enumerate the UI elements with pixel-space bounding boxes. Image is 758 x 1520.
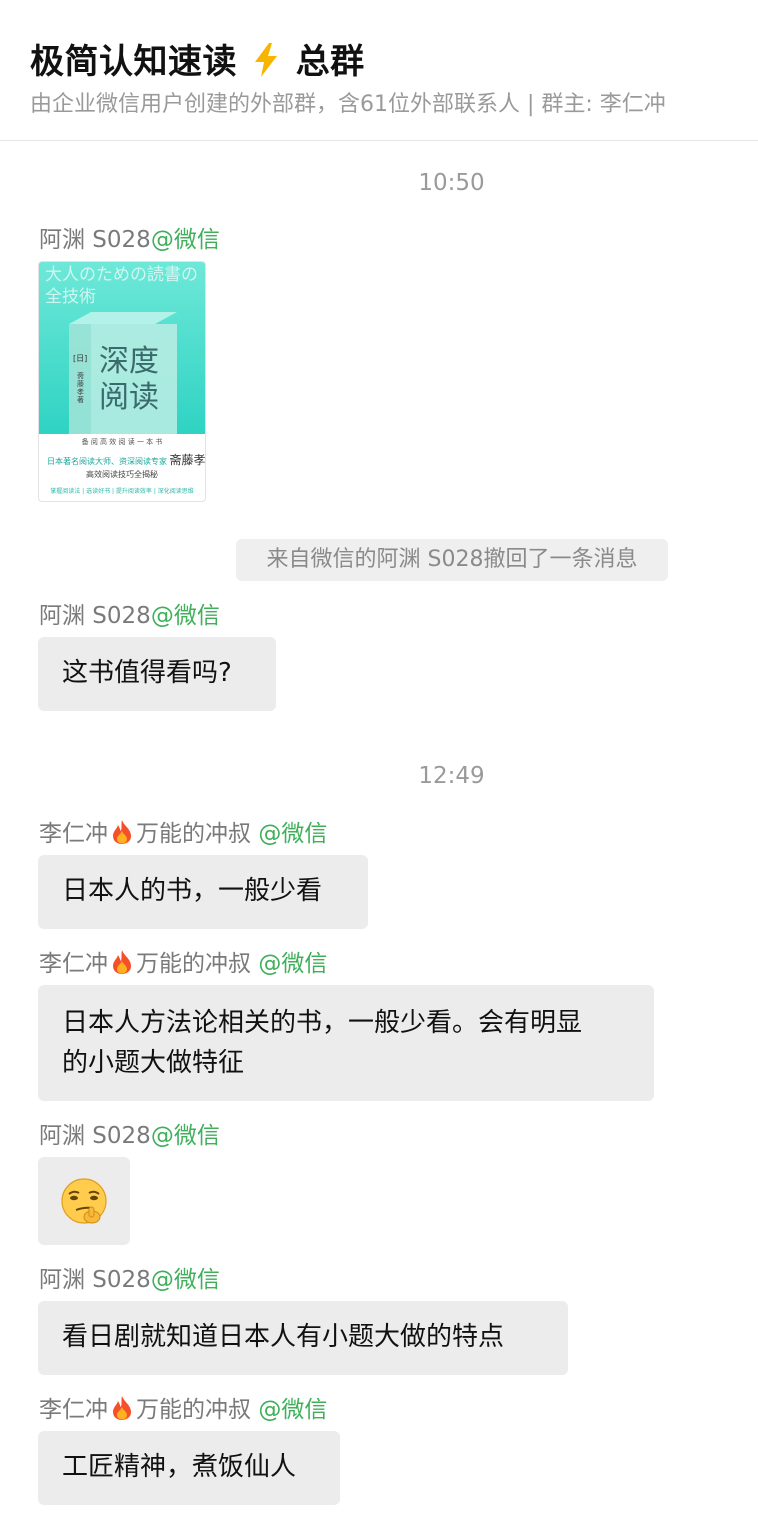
wechat-tag: @微信 (258, 1397, 328, 1423)
sender-name-text: 李仁冲 (39, 821, 108, 847)
sender-name-text: 李仁冲 (39, 951, 108, 977)
sender-name-text: 阿渊 S028 (39, 1267, 151, 1293)
sender-name[interactable]: 李仁冲 万能的冲叔 @微信 (39, 1390, 327, 1424)
group-title-text: 极简认知速读 (30, 42, 237, 82)
wechat-tag: @微信 (150, 1267, 220, 1293)
book-title-line1: 深度 (99, 344, 159, 379)
book-footer: 掌握阅读法 | 选读好书 | 提升阅读效率 | 深化阅读思维 (50, 488, 194, 495)
book-promo: 日本著名阅读大师、资深阅读专家 斋藤孝 (47, 451, 205, 468)
book-author-vertical: 斋藤孝 著 (77, 372, 84, 404)
sender-name[interactable]: 阿渊 S028@微信 (39, 596, 220, 630)
message-text: 日本人的书，一般少看 (62, 876, 323, 906)
sender-nickname: 万能的冲叔 (136, 1397, 251, 1423)
fire-icon (113, 820, 131, 844)
wechat-tag: @微信 (150, 227, 220, 253)
sender-name-text: 阿渊 S028 (39, 603, 151, 629)
wechat-tag: @微信 (150, 603, 220, 629)
sender-name-text: 李仁冲 (39, 1397, 108, 1423)
message-text: 看日剧就知道日本人有小题大做的特点 (62, 1322, 505, 1352)
group-subtitle: 由企业微信用户创建的外部群，含61位外部联系人 | 群主: 李仁冲 (30, 92, 666, 117)
message-bubble[interactable]: 日本人方法论相关的书，一般少看。会有明显 的小题大做特征 (38, 985, 654, 1101)
book-author-name: 斋藤孝 (169, 453, 206, 467)
sender-name[interactable]: 阿渊 S028@微信 (39, 220, 220, 254)
wechat-tag: @微信 (258, 821, 328, 847)
emoji-message-bubble[interactable] (38, 1157, 130, 1245)
message-bubble[interactable]: 日本人的书，一般少看 (38, 855, 368, 929)
sender-name[interactable]: 李仁冲 万能的冲叔 @微信 (39, 944, 327, 978)
chat-header: 极简认知速读 总群 由企业微信用户创建的外部群，含61位外部联系人 | 群主: … (0, 0, 758, 141)
sender-name-text: 阿渊 S028 (39, 227, 151, 253)
sender-nickname: 万能的冲叔 (136, 821, 251, 847)
sender-name-text: 阿渊 S028 (39, 1123, 151, 1149)
message-text-line1: 日本人方法论相关的书，一般少看。会有明显 (62, 1008, 583, 1038)
book-country: [日] (73, 354, 88, 363)
book-tagline: 备 阅 高 效 阅 读 一 本 书 (81, 438, 163, 446)
group-title-suffix: 总群 (295, 42, 365, 82)
book-subtitle: 高效阅读技巧全揭秘 (86, 470, 158, 479)
book-cover-image[interactable]: 大人のための読書の全技術 [日] 斋藤孝 著 深度 阅读 备 阅 高 效 阅 读… (38, 261, 206, 502)
sender-nickname: 万能的冲叔 (136, 951, 251, 977)
book-promo-text: 日本著名阅读大师、资深阅读专家 (47, 457, 167, 466)
message-text: 这书值得看吗? (62, 658, 232, 688)
lightning-icon (255, 43, 278, 77)
wechat-tag: @微信 (150, 1123, 220, 1149)
message-bubble[interactable]: 这书值得看吗? (38, 637, 276, 711)
book-title-line2: 阅读 (99, 380, 159, 415)
fire-icon (113, 950, 131, 974)
message-text: 工匠精神，煮饭仙人 (62, 1452, 297, 1482)
book-title: 深度 阅读 (99, 344, 159, 416)
sender-name[interactable]: 阿渊 S028@微信 (39, 1260, 220, 1294)
timestamp: 10:50 (418, 170, 485, 196)
timestamp: 12:49 (418, 763, 485, 789)
smirk-emoji-icon (61, 1178, 107, 1224)
fire-icon (113, 1396, 131, 1420)
sender-name[interactable]: 阿渊 S028@微信 (39, 1116, 220, 1150)
book-top-text: 大人のための読書の全技術 (45, 265, 198, 307)
recall-notice: 来自微信的阿渊 S028撤回了一条消息 (236, 539, 668, 581)
message-bubble[interactable]: 看日剧就知道日本人有小题大做的特点 (38, 1301, 568, 1375)
message-text-line2: 的小题大做特征 (62, 1048, 245, 1078)
wechat-tag: @微信 (258, 951, 328, 977)
message-bubble[interactable]: 工匠精神，煮饭仙人 (38, 1431, 340, 1505)
group-title[interactable]: 极简认知速读 总群 (30, 34, 365, 83)
sender-name[interactable]: 李仁冲 万能的冲叔 @微信 (39, 814, 327, 848)
